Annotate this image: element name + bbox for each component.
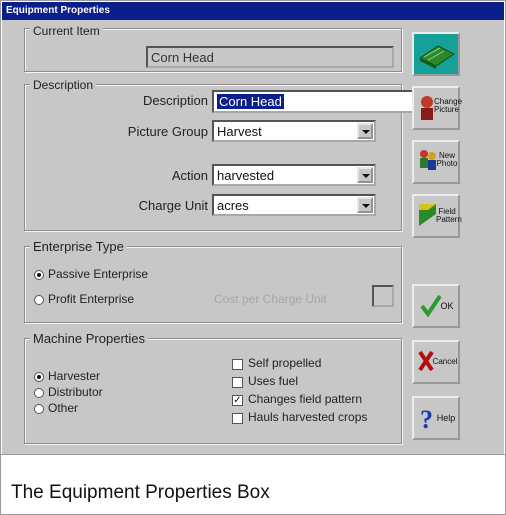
- action-value: harvested: [217, 168, 275, 183]
- corn-head-icon: [419, 45, 455, 69]
- chevron-down-icon[interactable]: [357, 123, 373, 139]
- description-label: Description: [142, 93, 208, 108]
- field-pattern-label: Field Pattern: [436, 207, 462, 224]
- profit-enterprise-label: Profit Enterprise: [48, 292, 135, 306]
- cost-per-charge-unit-box: [372, 285, 394, 307]
- current-item-group-label: Current Item: [30, 24, 103, 38]
- harvester-radio[interactable]: [34, 372, 44, 382]
- change-picture-button[interactable]: Change Picture: [412, 86, 463, 130]
- window-title: Equipment Properties: [2, 2, 504, 20]
- uses-fuel-checkbox[interactable]: [232, 377, 243, 388]
- hauls-harvested-crops-checkbox[interactable]: [232, 413, 243, 424]
- cancel-button[interactable]: Cancel: [412, 340, 460, 384]
- charge-unit-select[interactable]: acres: [212, 194, 376, 216]
- figure-frame: Equipment Properties Current Item Corn H…: [0, 0, 506, 515]
- svg-text:?: ?: [420, 405, 433, 434]
- picture-group-label: Picture Group: [127, 124, 208, 139]
- ok-button[interactable]: OK: [412, 284, 460, 328]
- changes-field-pattern-label: Changes field pattern: [248, 392, 363, 406]
- other-radio[interactable]: [34, 404, 44, 414]
- self-propelled-label: Self propelled: [248, 356, 322, 370]
- chevron-down-icon[interactable]: [357, 167, 373, 183]
- field-pattern-button[interactable]: Field Pattern: [412, 194, 462, 238]
- picture-group-value: Harvest: [217, 124, 262, 139]
- other-label: Other: [48, 401, 79, 415]
- enterprise-type-group-label: Enterprise Type: [30, 239, 127, 254]
- charge-unit-value: acres: [217, 198, 249, 213]
- caption-divider: [1, 454, 505, 455]
- description-group-label: Description: [30, 78, 97, 92]
- figure-caption: The Equipment Properties Box: [11, 482, 270, 503]
- hauls-harvested-crops-label: Hauls harvested crops: [248, 410, 368, 424]
- machine-properties-group-label: Machine Properties: [30, 331, 148, 346]
- harvester-label: Harvester: [48, 369, 101, 383]
- distributor-label: Distributor: [48, 385, 103, 399]
- help-label: Help: [436, 413, 456, 423]
- cost-per-charge-unit-label: Cost per Charge Unit: [214, 292, 327, 306]
- action-label: Action: [171, 168, 208, 183]
- self-propelled-checkbox[interactable]: [232, 359, 243, 370]
- action-select[interactable]: harvested: [212, 164, 376, 186]
- current-item-field: Corn Head: [146, 46, 394, 68]
- uses-fuel-label: Uses fuel: [248, 374, 299, 388]
- charge-unit-label: Charge Unit: [138, 198, 208, 213]
- equipment-image-button[interactable]: [412, 32, 460, 76]
- profit-enterprise-radio[interactable]: [34, 295, 44, 305]
- equipment-properties-dialog: Equipment Properties Current Item Corn H…: [2, 2, 504, 454]
- distributor-radio[interactable]: [34, 388, 44, 398]
- picture-group-select[interactable]: Harvest: [212, 120, 376, 142]
- change-picture-label: Change Picture: [434, 97, 463, 114]
- new-photo-label: New Photo: [436, 151, 458, 168]
- changes-field-pattern-checkbox[interactable]: ✓: [232, 395, 243, 406]
- cancel-label: Cancel: [432, 357, 458, 366]
- chevron-down-icon[interactable]: [357, 197, 373, 213]
- help-button[interactable]: ? Help: [412, 396, 460, 440]
- ok-label: OK: [440, 301, 454, 311]
- passive-enterprise-radio[interactable]: [34, 270, 44, 280]
- enterprise-type-group: [24, 246, 402, 323]
- passive-enterprise-label: Passive Enterprise: [48, 267, 149, 281]
- description-input[interactable]: Corn Head: [212, 90, 424, 113]
- new-photo-button[interactable]: New Photo: [412, 140, 460, 184]
- description-input-value: Corn Head: [217, 94, 284, 109]
